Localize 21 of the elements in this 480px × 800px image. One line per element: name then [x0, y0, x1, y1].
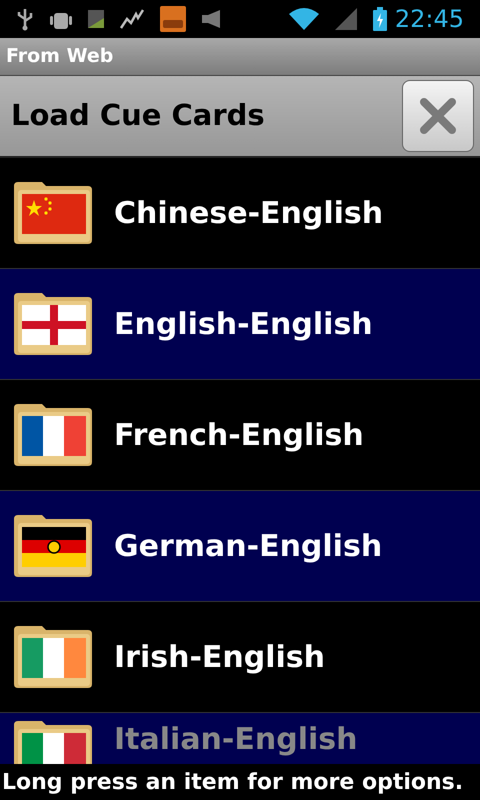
- list-item[interactable]: English-English: [0, 269, 480, 380]
- signal-icon: [334, 8, 357, 30]
- item-label: French-English: [114, 416, 364, 454]
- clock-time: 22:45: [394, 7, 464, 31]
- item-label: German-English: [114, 528, 382, 566]
- chart-line-icon: [120, 9, 144, 29]
- close-icon: [418, 96, 458, 136]
- item-label: Irish-English: [114, 638, 326, 676]
- item-label: Chinese-English: [114, 194, 384, 232]
- item-label: Italian-English: [114, 721, 358, 759]
- dialog-title: Load Cue Cards: [11, 97, 265, 134]
- speaker-icon: [202, 10, 220, 28]
- list-item[interactable]: German-English: [0, 491, 480, 602]
- list-item[interactable]: Italian-English: [0, 713, 480, 764]
- battery-icon: [372, 7, 387, 31]
- item-label: English-English: [114, 306, 373, 344]
- close-button[interactable]: [402, 80, 474, 152]
- hint-text: Long press an item for more options.: [2, 768, 464, 796]
- window-title: From Web: [6, 44, 114, 70]
- usb-icon: [16, 7, 34, 31]
- wifi-icon: [288, 8, 319, 30]
